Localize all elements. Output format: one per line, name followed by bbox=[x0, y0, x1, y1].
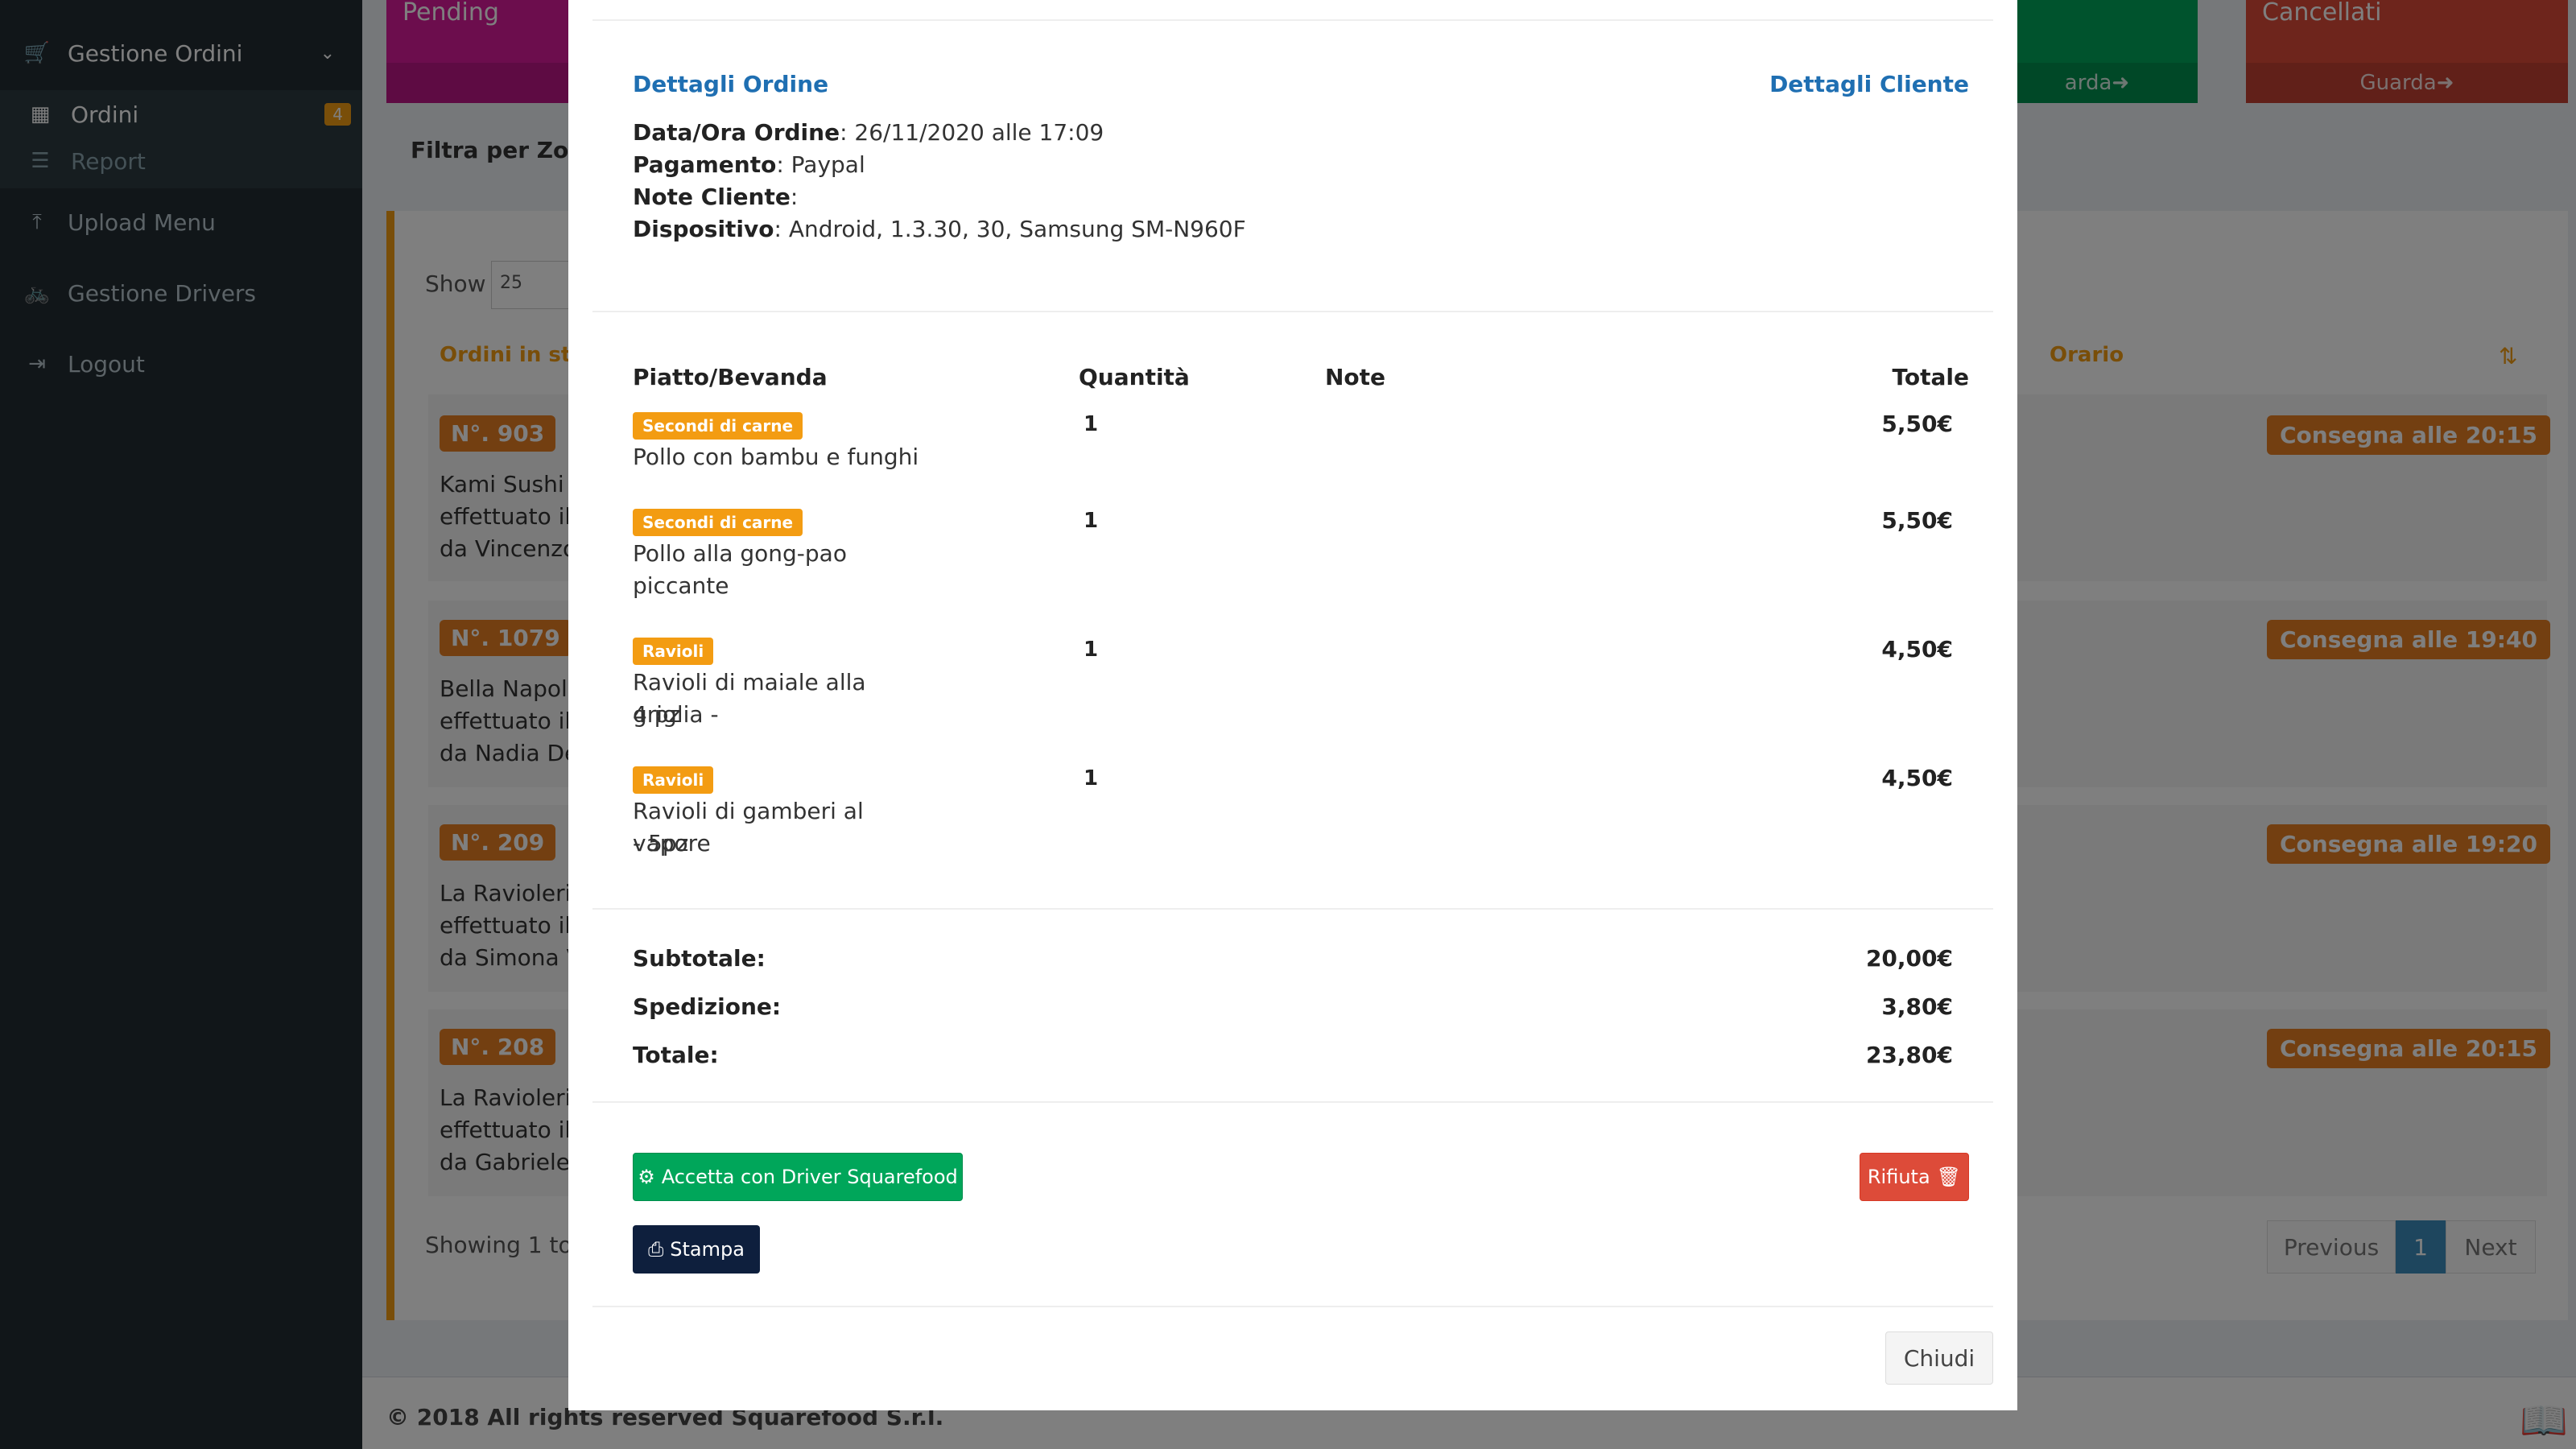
info-label: Dispositivo bbox=[633, 216, 774, 242]
close-button[interactable]: Chiudi bbox=[1885, 1331, 1993, 1385]
totale-label: Totale: bbox=[633, 1042, 719, 1068]
category-badge: Ravioli bbox=[633, 638, 714, 665]
print-icon: ⎙ bbox=[648, 1238, 664, 1261]
info-dispositivo: Dispositivo: Android, 1.3.30, 30, Samsun… bbox=[633, 216, 1246, 242]
trash-icon: 🗑 bbox=[1936, 1166, 1962, 1188]
info-data-ora: Data/Ora Ordine: 26/11/2020 alle 17:09 bbox=[633, 119, 1104, 146]
header-quantita: Quantità bbox=[1079, 364, 1190, 390]
dettagli-cliente-link[interactable]: Dettagli Cliente bbox=[1769, 71, 1969, 97]
item-name-line2: 4 pz bbox=[633, 701, 681, 728]
info-note-cliente: Note Cliente: bbox=[633, 184, 798, 210]
header-totale: Totale bbox=[1892, 364, 1969, 390]
button-label: Stampa bbox=[670, 1238, 745, 1261]
spedizione-value: 3,80€ bbox=[1881, 993, 1953, 1020]
divider bbox=[592, 908, 1993, 910]
header-note: Note bbox=[1325, 364, 1386, 390]
item-price: 5,50€ bbox=[1881, 411, 1953, 437]
category-badge: Secondi di carne bbox=[633, 509, 803, 536]
order-details-modal: Dettagli Ordine Dettagli Cliente Data/Or… bbox=[568, 0, 2017, 1410]
item-qty: 1 bbox=[1083, 766, 1099, 791]
item-qty: 1 bbox=[1083, 412, 1099, 436]
category-badge: Secondi di carne bbox=[633, 412, 803, 440]
accept-driver-button[interactable]: ⚙ Accetta con Driver Squarefood bbox=[633, 1153, 963, 1201]
item-name-line2: piccante bbox=[633, 572, 729, 599]
item-name: Pollo con bambu e funghi bbox=[633, 444, 919, 470]
item-qty: 1 bbox=[1083, 638, 1099, 662]
print-button[interactable]: ⎙ Stampa bbox=[633, 1225, 760, 1274]
gear-icon: ⚙ bbox=[638, 1166, 655, 1188]
item-price: 5,50€ bbox=[1881, 507, 1953, 534]
category-badge: Ravioli bbox=[633, 766, 714, 794]
reject-button[interactable]: Rifiuta 🗑 bbox=[1860, 1153, 1969, 1201]
divider bbox=[592, 1306, 1993, 1307]
divider bbox=[592, 1101, 1993, 1103]
info-label: Data/Ora Ordine bbox=[633, 119, 840, 146]
header-piatto: Piatto/Bevanda bbox=[633, 364, 828, 390]
subtotale-value: 20,00€ bbox=[1865, 945, 1953, 972]
item-qty: 1 bbox=[1083, 509, 1099, 533]
dettagli-ordine-link[interactable]: Dettagli Ordine bbox=[633, 71, 828, 97]
item-name-line2: - 5pz bbox=[633, 830, 689, 857]
info-value: : bbox=[790, 184, 799, 210]
info-label: Note Cliente bbox=[633, 184, 791, 210]
button-label: Rifiuta bbox=[1867, 1166, 1930, 1188]
info-value: : Paypal bbox=[776, 151, 865, 178]
totale-value: 23,80€ bbox=[1865, 1042, 1953, 1068]
info-label: Pagamento bbox=[633, 151, 777, 178]
divider bbox=[592, 19, 1993, 21]
item-name: Pollo alla gong-pao bbox=[633, 540, 847, 567]
subtotale-label: Subtotale: bbox=[633, 945, 766, 972]
divider bbox=[592, 311, 1993, 312]
info-pagamento: Pagamento: Paypal bbox=[633, 151, 865, 178]
item-price: 4,50€ bbox=[1881, 636, 1953, 663]
button-label: Accetta con Driver Squarefood bbox=[661, 1166, 958, 1188]
info-value: : Android, 1.3.30, 30, Samsung SM-N960F bbox=[774, 216, 1246, 242]
info-value: : 26/11/2020 alle 17:09 bbox=[840, 119, 1104, 146]
spedizione-label: Spedizione: bbox=[633, 993, 782, 1020]
item-price: 4,50€ bbox=[1881, 765, 1953, 791]
